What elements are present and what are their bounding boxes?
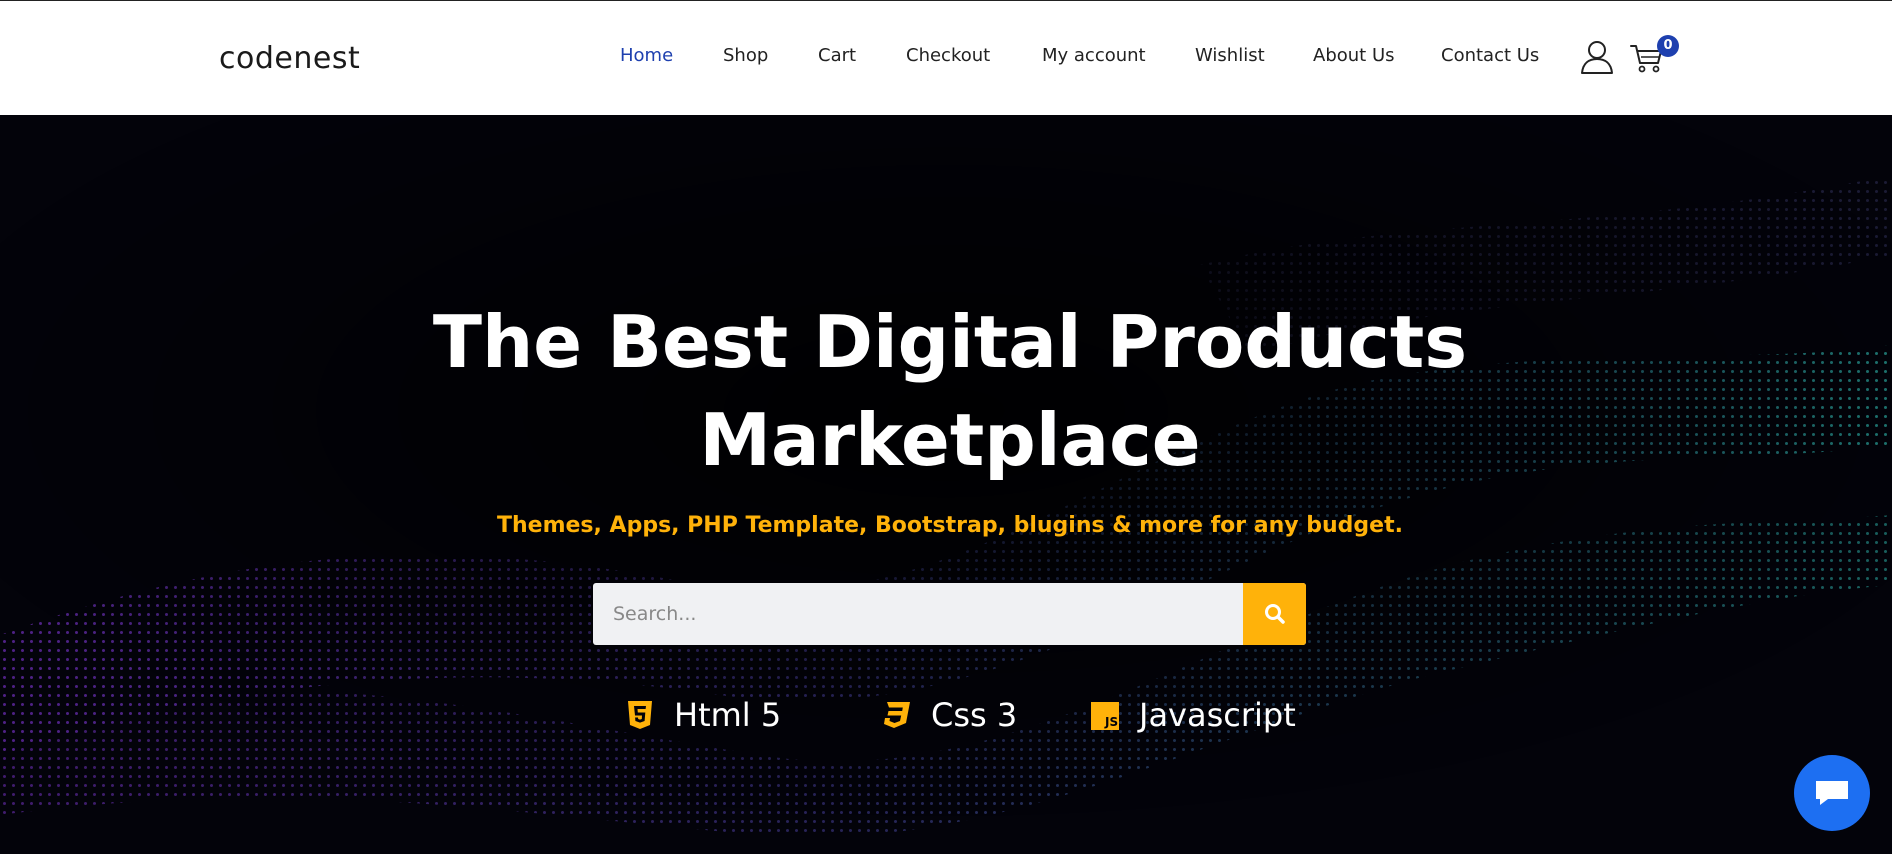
search-icon xyxy=(1265,604,1285,624)
svg-text:JS: JS xyxy=(1104,715,1118,729)
nav-wishlist[interactable]: Wishlist xyxy=(1195,45,1265,66)
nav-checkout[interactable]: Checkout xyxy=(906,45,990,66)
nav-my-account[interactable]: My account xyxy=(1042,45,1146,66)
nav-about-us[interactable]: About Us xyxy=(1313,45,1395,66)
nav-shop[interactable]: Shop xyxy=(723,45,768,66)
tech-javascript: JS Javascript xyxy=(1091,695,1296,735)
tech-javascript-label: Javascript xyxy=(1139,696,1296,734)
chat-icon xyxy=(1816,781,1848,805)
tech-html5-label: Html 5 xyxy=(674,696,782,734)
nav-contact-us[interactable]: Contact Us xyxy=(1441,45,1539,66)
tech-html5: Html 5 xyxy=(626,695,781,735)
cart-count-badge: 0 xyxy=(1657,35,1679,57)
hero-section: The Best Digital Products Marketplace Th… xyxy=(0,115,1892,854)
tech-css3-label: Css 3 xyxy=(931,696,1018,734)
hero-title-line2: Marketplace xyxy=(699,398,1201,482)
user-icon[interactable] xyxy=(1580,39,1614,75)
site-header: codenest Home Shop Cart Checkout My acco… xyxy=(0,1,1892,115)
nav-home[interactable]: Home xyxy=(620,45,673,66)
nav-cart[interactable]: Cart xyxy=(818,45,856,66)
css3-icon xyxy=(884,702,910,728)
search-button[interactable] xyxy=(1243,583,1306,645)
search-input[interactable] xyxy=(593,583,1243,645)
javascript-icon: JS xyxy=(1091,702,1119,730)
hero-subtitle: Themes, Apps, PHP Template, Bootstrap, b… xyxy=(497,513,1403,538)
hero-title: The Best Digital Products Marketplace xyxy=(0,293,1892,489)
tech-css3: Css 3 xyxy=(883,695,1017,735)
html5-icon xyxy=(628,701,652,729)
search-bar xyxy=(593,583,1306,645)
chat-button[interactable] xyxy=(1794,755,1870,831)
hero-title-line1: The Best Digital Products xyxy=(432,300,1468,384)
